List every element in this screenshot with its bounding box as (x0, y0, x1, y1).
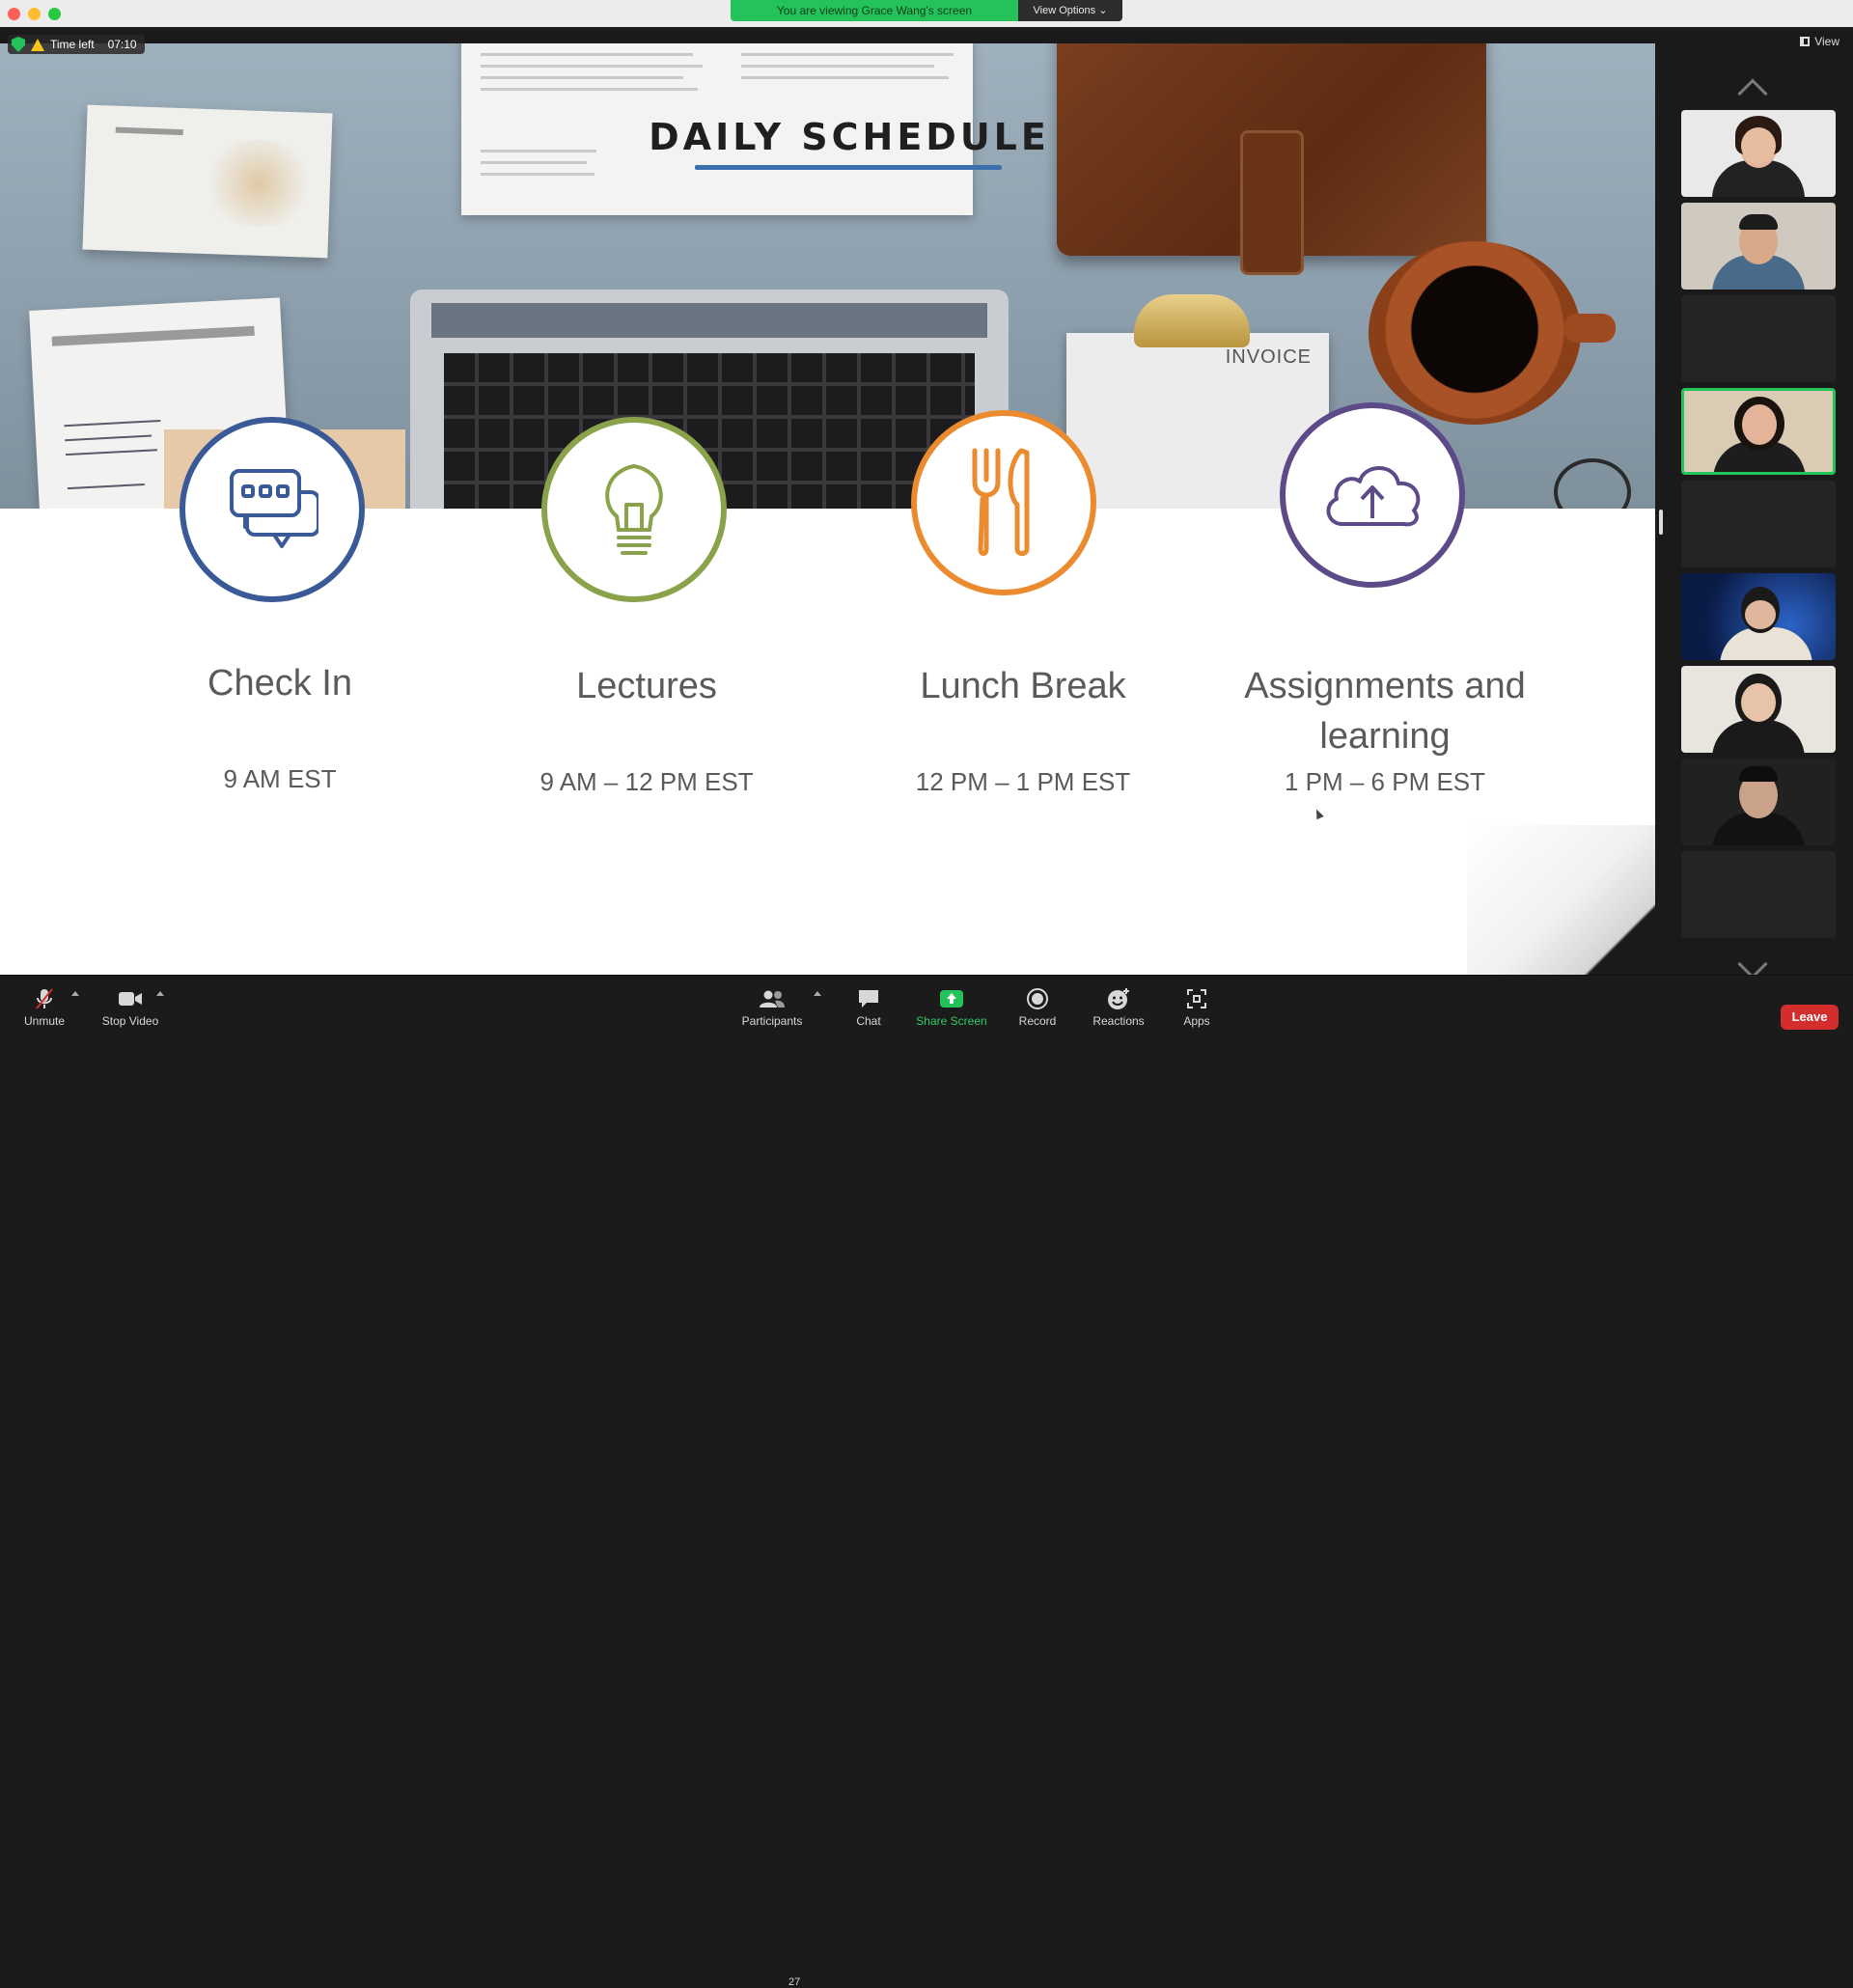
participants-label: Participants (741, 1014, 803, 1028)
reactions-label: Reactions (1092, 1014, 1145, 1028)
gallery-scroll-up-icon[interactable] (1737, 78, 1768, 109)
participant-tile[interactable] (1681, 481, 1836, 567)
minimize-window-button[interactable] (28, 8, 41, 20)
invoice-text: INVOICE (1225, 346, 1312, 368)
lectures-icon-circle (541, 417, 727, 602)
microphone-muted-icon (36, 988, 53, 1009)
chat-label: Chat (856, 1014, 881, 1028)
title-underline (695, 165, 1002, 170)
mouse-cursor (1313, 807, 1324, 820)
lectures-title: Lectures (576, 666, 717, 706)
lunch-break-title: Lunch Break (920, 666, 1126, 706)
stop-video-button[interactable]: Stop Video (97, 976, 164, 1043)
participants-count: 27 (788, 1976, 801, 1988)
participant-tile[interactable] (1681, 851, 1836, 938)
time-left-value: 07:10 (107, 38, 137, 51)
warning-icon (31, 38, 44, 51)
lunch-break-time: 12 PM – 1 PM EST (915, 767, 1131, 796)
chat-bubble-icon (230, 469, 318, 548)
unmute-button[interactable]: Unmute (15, 976, 73, 1043)
participant-tile[interactable] (1681, 203, 1836, 290)
assignments-title-line2: learning (1319, 716, 1451, 757)
share-screen-button[interactable]: Share Screen (911, 976, 992, 1043)
gallery-resize-handle[interactable] (1659, 510, 1663, 535)
check-in-title: Check In (207, 663, 352, 704)
assignments-time: 1 PM – 6 PM EST (1284, 767, 1486, 796)
time-left-label: Time left (50, 38, 95, 51)
participant-tile[interactable] (1681, 759, 1836, 845)
apps-icon (1187, 989, 1206, 1008)
assignments-title-line1: Assignments and (1244, 666, 1526, 706)
maximize-window-button[interactable] (48, 8, 61, 20)
chat-icon (859, 990, 878, 1008)
unmute-label: Unmute (23, 1014, 66, 1028)
lectures-time: 9 AM – 12 PM EST (539, 767, 754, 796)
record-icon (1027, 988, 1048, 1009)
reactions-button[interactable]: Reactions (1085, 976, 1152, 1043)
meeting-status-badge[interactable]: Time left 07:10 (8, 35, 145, 54)
close-window-button[interactable] (8, 8, 20, 20)
participant-tile[interactable] (1681, 573, 1836, 660)
viewing-screen-banner: You are viewing Grace Wang's screen (731, 0, 1018, 21)
chat-button[interactable]: Chat (840, 976, 898, 1043)
participant-tile[interactable] (1681, 666, 1836, 753)
participants-button[interactable]: Participants (738, 976, 806, 1043)
participant-tile[interactable] (1681, 295, 1836, 382)
share-screen-label: Share Screen (916, 1014, 987, 1028)
participant-gallery: View (1655, 27, 1853, 980)
record-label: Record (1018, 1014, 1057, 1028)
view-grid-icon (1800, 37, 1811, 46)
participants-options-caret-icon[interactable] (814, 991, 821, 996)
video-options-caret-icon[interactable] (156, 991, 164, 996)
page-curl (1467, 825, 1655, 975)
coffee-mug (1369, 241, 1581, 425)
participants-icon (760, 990, 785, 1008)
record-button[interactable]: Record (1009, 976, 1066, 1043)
leather-planner (1057, 43, 1486, 275)
meeting-stage: INVOICE DAILY SCHEDULE Check In 9 AM EST… (0, 27, 1853, 980)
fork-knife-icon (972, 448, 1030, 556)
apps-button[interactable]: Apps (1168, 976, 1226, 1043)
notebook (82, 104, 333, 259)
participant-tile[interactable] (1681, 110, 1836, 197)
reactions-icon (1108, 988, 1129, 1009)
view-button[interactable]: View (1800, 35, 1839, 48)
lunch-break-icon-circle (911, 410, 1096, 595)
leave-meeting-button[interactable]: Leave (1781, 1005, 1839, 1030)
meeting-toolbar: Unmute Stop Video Participants 27 Chat S… (0, 975, 1853, 1988)
slide-title: DAILY SCHEDULE (649, 116, 1050, 158)
shield-icon (12, 37, 25, 52)
view-options-button[interactable]: View Options ⌄ (1018, 0, 1122, 21)
video-camera-icon (119, 992, 142, 1006)
check-in-icon-circle (180, 417, 365, 602)
eyeglasses (1554, 458, 1631, 509)
stop-video-label: Stop Video (101, 1014, 159, 1028)
apps-label: Apps (1183, 1014, 1210, 1028)
cloud-upload-icon (1326, 466, 1421, 527)
assignments-icon-circle (1280, 402, 1465, 588)
share-screen-icon (940, 990, 963, 1008)
shared-slide: INVOICE DAILY SCHEDULE Check In 9 AM EST… (0, 43, 1655, 975)
audio-options-caret-icon[interactable] (71, 991, 79, 996)
window-title-bar: You are viewing Grace Wang's screen View… (0, 0, 1853, 27)
participant-tile-active-speaker[interactable] (1681, 388, 1836, 475)
view-label: View (1814, 35, 1839, 48)
check-in-time: 9 AM EST (223, 764, 337, 793)
lightbulb-icon (605, 463, 663, 555)
mug-handle (1563, 314, 1616, 343)
